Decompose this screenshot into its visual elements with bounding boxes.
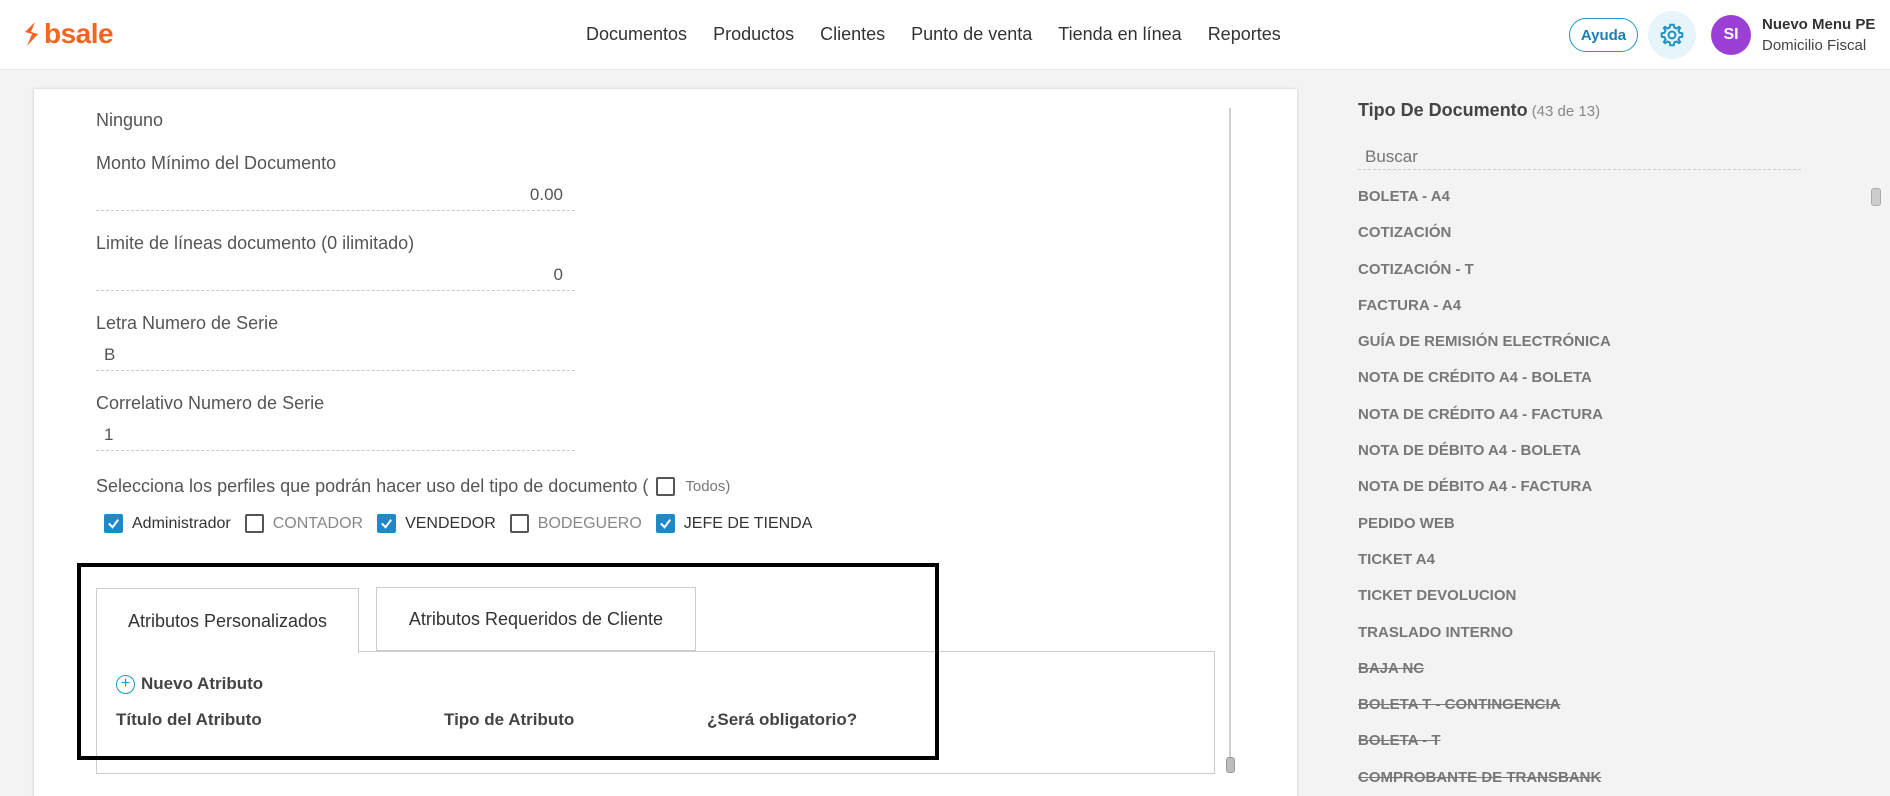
list-item[interactable]: GUÍA DE REMISIÓN ELECTRÓNICA [1358,331,1611,367]
list-item[interactable]: PEDIDO WEB [1358,513,1611,549]
nav-punto-de-venta[interactable]: Punto de venta [911,24,1032,45]
list-item[interactable]: COTIZACIÓN - T [1358,259,1611,295]
nav-tienda-en-linea[interactable]: Tienda en línea [1058,24,1181,45]
check-icon [659,519,671,529]
list-item[interactable]: TICKET A4 [1358,549,1611,585]
user-avatar[interactable]: SI [1711,15,1751,55]
serie-number-label: Correlativo Numero de Serie [96,393,325,413]
list-item[interactable]: BOLETA - T [1358,730,1611,766]
bsale-logo[interactable]: bsale [22,18,114,49]
main-nav: Documentos Productos Clientes Punto de v… [586,24,1281,45]
checkbox-contador[interactable] [244,514,264,533]
form-scrollbar-track[interactable] [1229,108,1231,768]
min-amount-input[interactable]: 0.00 [96,181,575,211]
document-type-title-text: Tipo De Documento [1358,100,1528,120]
document-type-count: (43 de 13) [1531,103,1601,120]
help-button[interactable]: Ayuda [1569,18,1638,52]
nav-reportes[interactable]: Reportes [1208,24,1281,45]
list-item[interactable]: FACTURA - A4 [1358,295,1611,331]
serie-number-input[interactable]: 1 [96,421,575,451]
profiles-prompt-row: Selecciona los perfiles que podrán hacer… [96,476,730,497]
list-item[interactable]: NOTA DE DÉBITO A4 - BOLETA [1358,440,1611,476]
settings-button[interactable] [1648,11,1696,59]
profile-vendedor[interactable]: VENDEDOR [377,514,496,533]
list-item[interactable]: NOTA DE CRÉDITO A4 - FACTURA [1358,404,1611,440]
nav-clientes[interactable]: Clientes [820,24,885,45]
serie-letter-label: Letra Numero de Serie [96,313,279,333]
nav-documentos[interactable]: Documentos [586,24,687,45]
serie-letter-input[interactable]: B [96,341,575,371]
select-all-checkbox[interactable] [656,477,676,496]
document-type-search-input[interactable] [1358,145,1801,170]
profiles-prompt: Selecciona los perfiles que podrán hacer… [96,476,649,496]
checkbox-jefe-de-tienda[interactable] [655,514,675,533]
top-navigation-bar: bsale Documentos Productos Clientes Punt… [0,0,1890,70]
line-limit-label: Limite de líneas documento (0 ilimitado) [96,233,415,253]
document-type-list: BOLETA - A4 COTIZACIÓN COTIZACIÓN - T FA… [1358,186,1611,796]
logo-mark-icon [25,22,38,46]
checkbox-bodeguero[interactable] [509,514,529,533]
profile-label: BODEGUERO [537,514,642,532]
list-item[interactable]: COMPROBANTE DE TRANSBANK [1358,767,1611,796]
list-item[interactable]: BAJA NC [1358,658,1611,694]
check-icon [108,519,119,529]
checkbox-administrador[interactable] [104,514,123,533]
document-type-list-title: Tipo De Documento (43 de 13) [1358,100,1600,121]
top-field-value: Ninguno [96,110,164,130]
list-item[interactable]: BOLETA - A4 [1358,186,1611,222]
check-icon [381,519,393,529]
profile-bodeguero[interactable]: BODEGUERO [509,514,642,533]
profile-label: JEFE DE TIENDA [683,514,813,532]
profile-label: VENDEDOR [405,514,496,532]
profile-label: Administrador [132,514,231,532]
checkbox-vendedor[interactable] [377,514,397,533]
sidebar-scrollbar-thumb[interactable] [1871,188,1881,206]
select-all-option[interactable]: Todos) [656,477,730,496]
profile-jefe-de-tienda[interactable]: JEFE DE TIENDA [655,514,813,533]
list-item[interactable]: NOTA DE DÉBITO A4 - FACTURA [1358,476,1611,512]
list-item[interactable]: TRASLADO INTERNO [1358,622,1611,658]
user-location: Domicilio Fiscal [1762,37,1867,54]
profile-checkboxes: Administrador CONTADOR VENDEDOR BODEGUER… [104,514,826,533]
profile-label: CONTADOR [272,514,364,532]
list-item[interactable]: NOTA DE CRÉDITO A4 - BOLETA [1358,367,1611,403]
tab-custom-attributes[interactable]: Atributos Personalizados [96,588,359,653]
min-amount-label: Monto Mínimo del Documento [96,153,337,173]
logo-text: bsale [44,18,114,49]
nav-productos[interactable]: Productos [713,24,794,45]
list-item[interactable]: COTIZACIÓN [1358,222,1611,258]
form-scrollbar-thumb[interactable] [1226,757,1235,773]
list-item[interactable]: TICKET DEVOLUCION [1358,585,1611,621]
user-name[interactable]: Nuevo Menu PE [1762,16,1875,33]
line-limit-input[interactable]: 0 [96,261,575,291]
list-item[interactable]: BOLETA T - CONTINGENCIA [1358,694,1611,730]
select-all-label: Todos) [685,478,731,495]
gear-icon [1660,23,1684,47]
profile-administrador[interactable]: Administrador [104,514,231,533]
profile-contador[interactable]: CONTADOR [244,514,364,533]
